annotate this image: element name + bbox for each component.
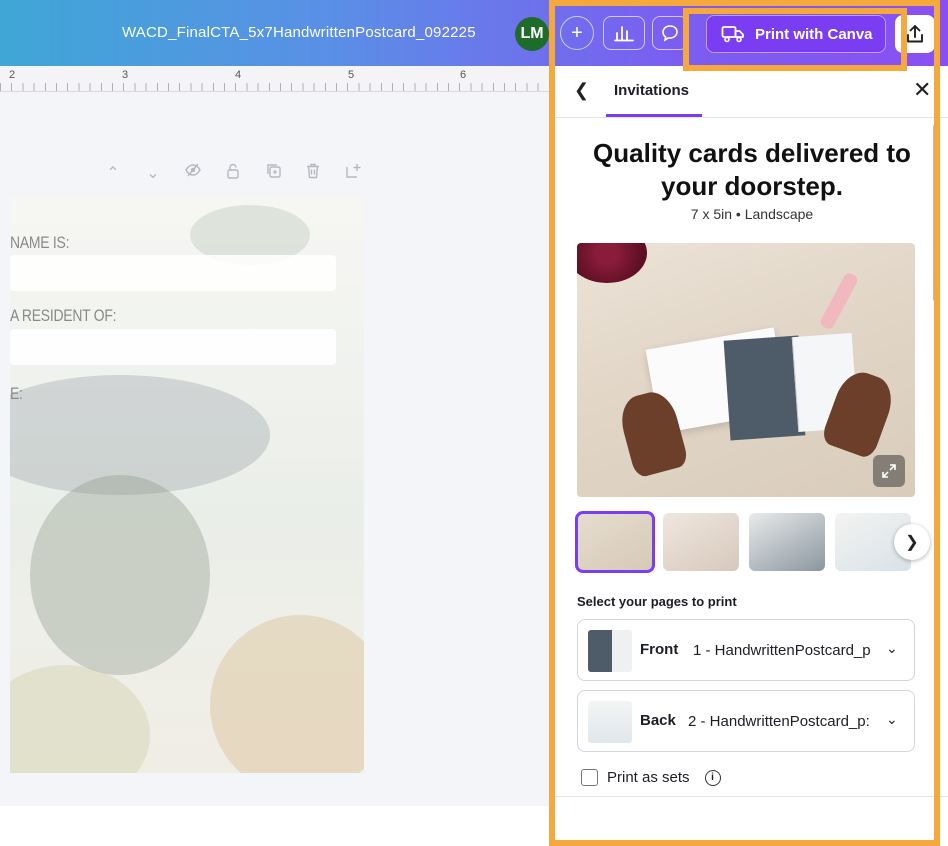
card-size-text: 7 x 5in • Landscape bbox=[690, 206, 814, 222]
ruler-number: 5 bbox=[348, 69, 355, 81]
app-root: WACD_FinalCTA_5x7HandwrittenPostcard_092… bbox=[0, 0, 948, 846]
print-with-canva-button[interactable]: Print with Canva bbox=[706, 15, 886, 53]
thumbnail-1[interactable] bbox=[575, 511, 655, 573]
product-preview-image[interactable] bbox=[577, 243, 915, 497]
canvas-dim-overlay bbox=[0, 92, 555, 806]
plus-icon: + bbox=[571, 21, 583, 44]
headline-line-2: your doorstep. bbox=[660, 171, 843, 201]
bar-chart-icon bbox=[614, 26, 634, 42]
back-side-label: Back bbox=[640, 712, 676, 729]
horizontal-ruler: 2 3 4 5 6 bbox=[0, 66, 555, 92]
expand-image-button[interactable] bbox=[873, 455, 905, 487]
upload-icon bbox=[907, 25, 923, 43]
panel-header: ❮ Invitations ✕ bbox=[556, 66, 948, 118]
panel-headline: Quality cards delivered to your doorstep… bbox=[556, 137, 948, 203]
chevron-right-icon: ❯ bbox=[905, 534, 919, 551]
ruler-ticks bbox=[0, 83, 555, 91]
ruler-number: 3 bbox=[122, 69, 129, 81]
ruler-number: 4 bbox=[235, 69, 242, 81]
panel-title[interactable]: Invitations bbox=[614, 82, 689, 99]
chevron-down-icon: ⌄ bbox=[886, 711, 898, 727]
panel-footer bbox=[556, 796, 948, 846]
comments-button[interactable] bbox=[652, 16, 688, 50]
back-arrow-icon[interactable]: ❮ bbox=[574, 80, 589, 101]
share-button[interactable] bbox=[895, 15, 935, 53]
expand-icon bbox=[882, 464, 896, 478]
headline-line-1: Quality cards delivered to bbox=[593, 138, 911, 168]
thumbnail-2[interactable] bbox=[663, 513, 739, 571]
print-panel: ❮ Invitations ✕ Quality cards delivered … bbox=[556, 66, 948, 846]
back-page-select[interactable]: Back 2 - HandwrittenPostcard_p: ⌄ bbox=[577, 690, 915, 752]
print-as-sets-label[interactable]: Print as sets bbox=[607, 769, 690, 786]
print-as-sets-checkbox[interactable] bbox=[581, 769, 598, 786]
canvas-bottom-bar bbox=[0, 806, 555, 846]
back-page-name: 2 - HandwrittenPostcard_p: bbox=[688, 713, 870, 730]
front-side-label: Front bbox=[640, 641, 679, 658]
front-page-name: 1 - HandwrittenPostcard_p bbox=[693, 642, 871, 659]
print-button-label: Print with Canva bbox=[755, 25, 873, 43]
chevron-down-icon: ⌄ bbox=[886, 640, 898, 656]
select-pages-label: Select your pages to print bbox=[577, 594, 737, 609]
comment-icon bbox=[662, 25, 678, 42]
back-page-thumbnail bbox=[588, 701, 632, 743]
truck-icon bbox=[721, 26, 744, 43]
close-icon[interactable]: ✕ bbox=[913, 77, 931, 103]
user-avatar[interactable]: LM bbox=[515, 17, 549, 51]
print-as-sets-row: Print as sets i bbox=[581, 769, 721, 786]
flower-shape bbox=[577, 243, 647, 283]
front-page-thumbnail bbox=[588, 630, 632, 672]
thumbnail-3[interactable] bbox=[749, 513, 825, 571]
next-thumbnail-button[interactable]: ❯ bbox=[894, 524, 930, 560]
add-collaborator-button[interactable]: + bbox=[560, 16, 594, 50]
front-page-select[interactable]: Front 1 - HandwrittenPostcard_p ⌄ bbox=[577, 619, 915, 681]
panel-scrollbar[interactable] bbox=[933, 124, 939, 302]
pencil-shape bbox=[818, 271, 860, 331]
document-title[interactable]: WACD_FinalCTA_5x7HandwrittenPostcard_092… bbox=[122, 24, 476, 41]
insights-button[interactable] bbox=[603, 16, 645, 50]
ruler-number: 6 bbox=[460, 69, 467, 81]
active-tab-indicator bbox=[606, 114, 702, 117]
preview-thumbnails: ❯ bbox=[575, 511, 937, 573]
top-bar: WACD_FinalCTA_5x7HandwrittenPostcard_092… bbox=[0, 0, 948, 66]
ruler-number: 2 bbox=[9, 69, 16, 81]
info-icon[interactable]: i bbox=[704, 769, 721, 786]
